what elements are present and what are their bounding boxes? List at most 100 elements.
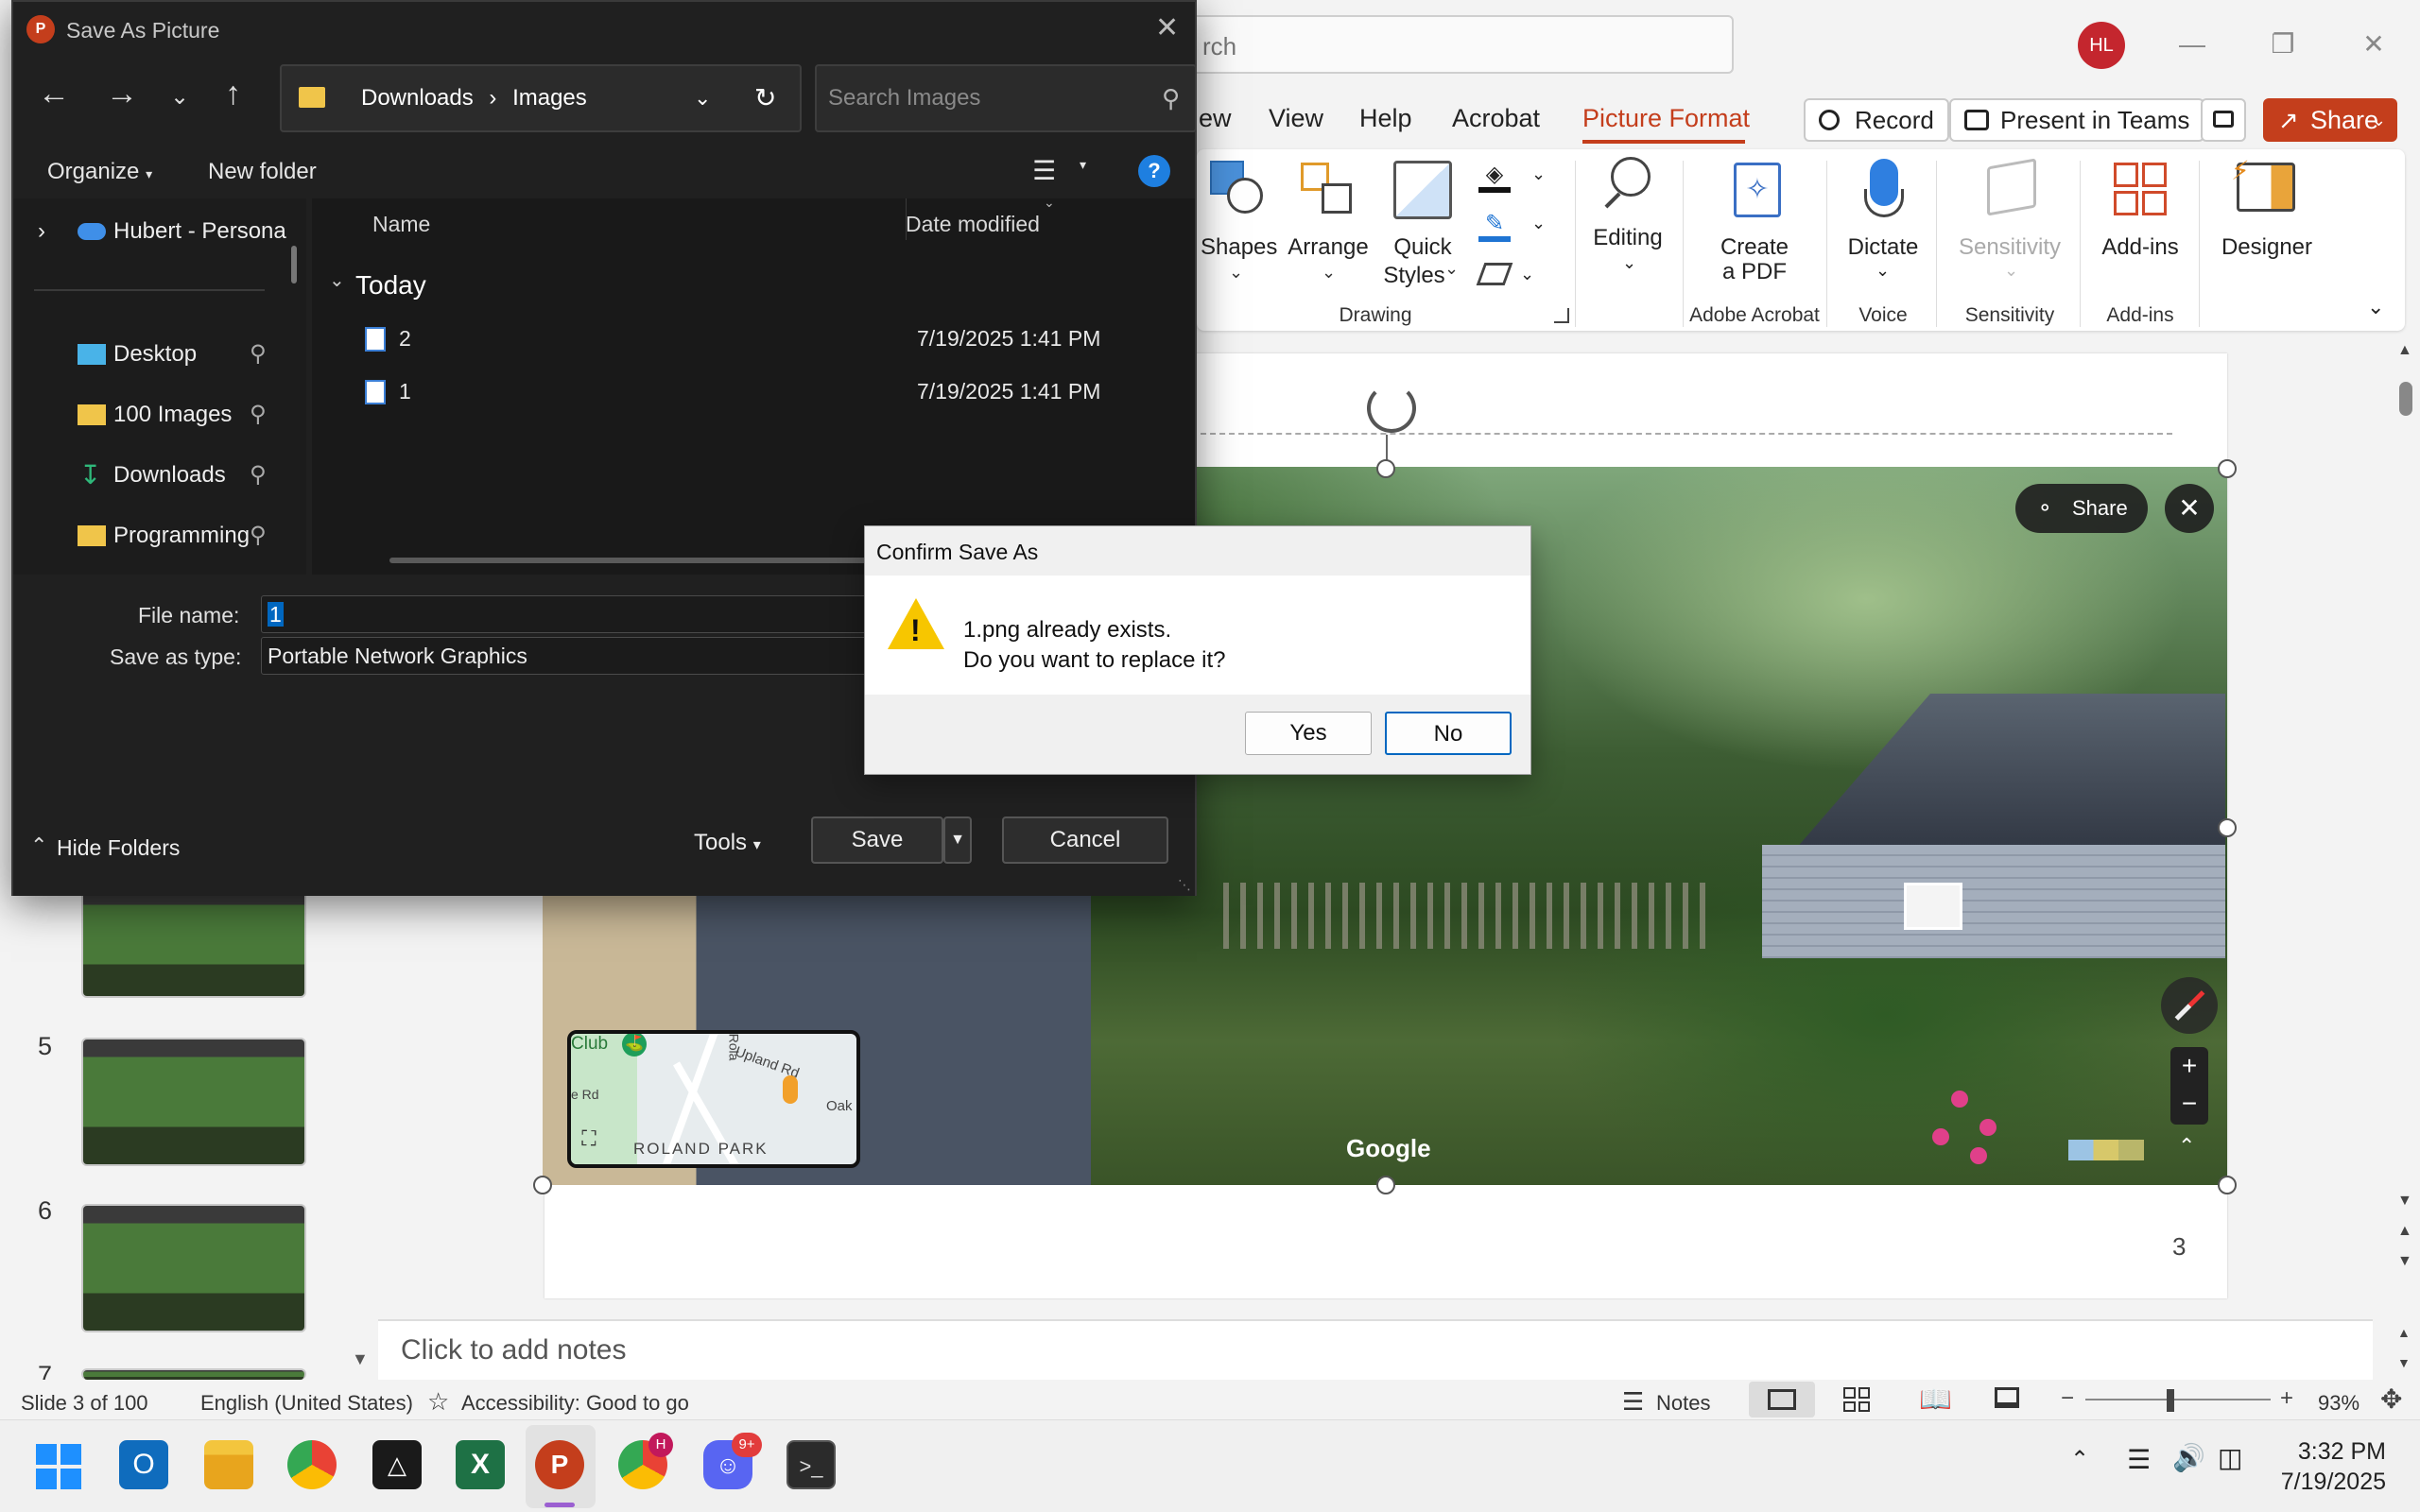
no-button[interactable]: No	[1385, 712, 1512, 755]
imagery-thumbnails[interactable]	[2068, 1140, 2144, 1160]
tools-button[interactable]: Tools ▾	[694, 830, 761, 856]
chevron-down-icon[interactable]: ⌄	[1520, 265, 1534, 284]
terminal-icon[interactable]: >_	[786, 1440, 836, 1489]
search-box[interactable]: rch	[1134, 15, 1734, 74]
notes-scroll-down[interactable]: ▼	[2397, 1355, 2411, 1370]
address-bar[interactable]: Downloads › Images ⌄ ↻	[280, 64, 802, 132]
search-input[interactable]: Search Images ⚲	[815, 64, 1197, 132]
nav-downloads[interactable]: ↧ Downloads ⚲	[13, 452, 287, 499]
file-name-input[interactable]: 1	[261, 595, 885, 633]
dialog-launcher-icon[interactable]	[1554, 308, 1569, 323]
shape-outline-icon[interactable]: ✎	[1478, 210, 1511, 242]
fullscreen-icon[interactable]: ⛶	[575, 1125, 603, 1153]
powerpoint-icon[interactable]: P	[535, 1440, 584, 1489]
zoom-slider-thumb[interactable]	[2167, 1389, 2174, 1412]
battery-icon[interactable]: ◫	[2218, 1442, 2242, 1473]
comments-button[interactable]	[2201, 98, 2246, 142]
resize-handle[interactable]	[2218, 459, 2237, 478]
resize-grip-icon[interactable]: ⋱	[1178, 877, 1191, 893]
slide-sorter-icon[interactable]	[1843, 1387, 1870, 1412]
recent-locations-chevron[interactable]: ⌄	[170, 83, 189, 111]
file-explorer-icon[interactable]	[204, 1440, 253, 1489]
slide-thumbnail-4[interactable]	[81, 888, 306, 998]
nav-scrollbar[interactable]	[291, 246, 297, 284]
file-row[interactable]: 1 7/19/2025 1:41 PM	[363, 372, 1176, 410]
chevron-down-icon[interactable]: ▾	[1080, 157, 1086, 173]
sensitivity-button[interactable]: Sensitivity	[1947, 234, 2072, 261]
scroll-down-arrow[interactable]: ▼	[352, 1349, 369, 1369]
restore-button[interactable]: ❐	[2250, 23, 2316, 66]
add-ins-button[interactable]: Add-ins	[2091, 234, 2189, 261]
notes-toggle[interactable]: Notes	[1656, 1391, 1710, 1416]
previous-slide-icon[interactable]: ▲	[2397, 1223, 2412, 1240]
zoom-slider-track[interactable]	[2085, 1399, 2271, 1400]
close-icon[interactable]: ✕	[1155, 11, 1179, 44]
tab-view[interactable]: View	[1269, 104, 1323, 133]
expand-icon[interactable]: ›	[38, 208, 45, 255]
zoom-level[interactable]: 93%	[2318, 1391, 2360, 1416]
shapes-button[interactable]: Shapes	[1201, 234, 1277, 261]
record-button[interactable]: Record	[1804, 98, 1949, 142]
start-icon[interactable]	[36, 1444, 81, 1489]
group-collapse-icon[interactable]: ⌄	[329, 268, 345, 292]
wifi-icon[interactable]: ☰	[2127, 1444, 2151, 1475]
up-button[interactable]: ↑	[225, 76, 241, 112]
streetview-close-button[interactable]: ✕	[2165, 484, 2214, 533]
nav-onedrive[interactable]: › Hubert - Persona	[13, 208, 287, 255]
app-icon[interactable]: △	[372, 1440, 422, 1489]
refresh-icon[interactable]: ↻	[754, 66, 776, 130]
help-icon[interactable]: ?	[1138, 155, 1170, 187]
save-options-chevron[interactable]: ▼	[943, 816, 972, 864]
back-button[interactable]: ←	[38, 76, 70, 112]
resize-handle[interactable]	[2218, 1176, 2237, 1194]
system-clock[interactable]: 3:32 PM 7/19/2025	[2281, 1436, 2386, 1497]
accessibility-status[interactable]: Accessibility: Good to go	[461, 1391, 689, 1416]
tab-help[interactable]: Help	[1359, 104, 1412, 133]
new-folder-button[interactable]: New folder	[208, 159, 317, 185]
slide-thumbnail-7[interactable]	[81, 1368, 306, 1380]
forward-button[interactable]: →	[106, 76, 138, 112]
excel-icon[interactable]: X	[456, 1440, 505, 1489]
zoom-in-button[interactable]: +	[2280, 1385, 2293, 1412]
present-in-teams-button[interactable]: Present in Teams	[1949, 98, 2205, 142]
shape-fill-icon[interactable]: ◈	[1478, 161, 1511, 193]
resize-handle[interactable]	[1376, 1176, 1395, 1194]
file-row[interactable]: 2 7/19/2025 1:41 PM	[363, 319, 1176, 357]
column-header-name[interactable]: Name	[372, 212, 430, 237]
arrange-button[interactable]: Arrange	[1286, 234, 1371, 261]
language-indicator[interactable]: English (United States)	[200, 1391, 413, 1416]
save-as-type-select[interactable]: Portable Network Graphics	[261, 637, 885, 675]
resize-handle[interactable]	[1376, 459, 1395, 478]
zoom-out-button[interactable]: −	[2061, 1385, 2074, 1412]
quick-styles-button[interactable]: Quick	[1380, 234, 1465, 261]
collapse-ribbon-icon[interactable]: ⌄	[2367, 295, 2384, 319]
view-options-icon[interactable]: ☰	[1032, 155, 1056, 186]
address-dropdown-icon[interactable]: ⌄	[694, 66, 711, 130]
slideshow-icon[interactable]	[1995, 1387, 2019, 1408]
create-pdf-button[interactable]: Create	[1702, 234, 1807, 261]
tab-picture-format[interactable]: Picture Format	[1582, 104, 1750, 133]
notes-scroll-up[interactable]: ▲	[2397, 1325, 2411, 1340]
tab-review[interactable]: ew	[1199, 104, 1232, 133]
chrome-icon[interactable]	[287, 1440, 337, 1489]
volume-icon[interactable]: 🔊	[2172, 1442, 2205, 1473]
nav-100-images[interactable]: 100 Images ⚲	[13, 391, 287, 438]
minimize-button[interactable]: —	[2159, 23, 2225, 66]
designer-button[interactable]: Designer	[2212, 234, 2322, 261]
reading-view-icon[interactable]: 📖	[1919, 1383, 1952, 1415]
slide-thumbnail-6[interactable]	[81, 1204, 306, 1332]
editing-button[interactable]: Editing	[1588, 225, 1668, 251]
breadcrumb-images[interactable]: Images	[512, 85, 587, 111]
hide-folders-button[interactable]: Hide Folders	[57, 835, 180, 861]
cancel-button[interactable]: Cancel	[1002, 816, 1168, 864]
organize-button[interactable]: Organize ▾	[47, 159, 152, 185]
zoom-in-icon[interactable]: +	[2170, 1047, 2208, 1085]
scroll-up-arrow[interactable]: ▲	[2397, 342, 2412, 359]
slide-thumbnail-5[interactable]	[81, 1038, 306, 1166]
rotate-handle-icon[interactable]	[1367, 384, 1416, 433]
slide-info[interactable]: Slide 3 of 100	[21, 1391, 148, 1416]
chevron-down-icon[interactable]: ⌄	[1531, 164, 1546, 184]
fit-to-window-icon[interactable]: ✥	[2380, 1383, 2402, 1415]
close-window-button[interactable]: ✕	[2341, 23, 2407, 66]
normal-view-button[interactable]	[1749, 1382, 1815, 1418]
